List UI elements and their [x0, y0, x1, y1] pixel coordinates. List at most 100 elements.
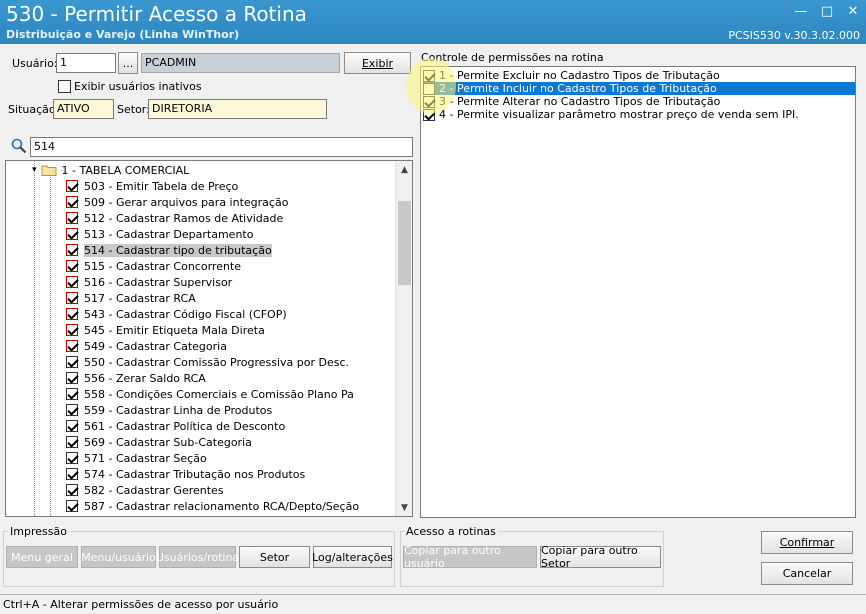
tree-item-checkbox[interactable] — [66, 356, 78, 368]
usuarios-rotina-button[interactable]: Usuários/rotina — [156, 546, 239, 568]
menu-geral-button[interactable]: Menu geral — [6, 546, 78, 568]
user-code-field[interactable]: 1 — [56, 53, 116, 73]
inactive-users-label: Exibir usuários inativos — [74, 80, 202, 93]
tree-item-checkbox[interactable] — [66, 212, 78, 224]
user-label: Usuário: — [12, 57, 58, 70]
show-button[interactable]: Exibir — [344, 52, 411, 74]
copy-user-button[interactable]: Copiar para outro usuário — [403, 544, 537, 570]
tree-item-checkbox[interactable] — [66, 436, 78, 448]
tree-item-checkbox[interactable] — [66, 308, 78, 320]
tree-item-label: 569 - Cadastrar Sub-Categoria — [84, 435, 252, 449]
tree-item[interactable]: 559 - Cadastrar Linha de Produtos — [66, 402, 272, 418]
inactive-users-checkbox[interactable] — [58, 80, 71, 93]
tree-item[interactable]: 517 - Cadastrar RCA — [66, 290, 196, 306]
tree-item[interactable]: 515 - Cadastrar Concorrente — [66, 258, 241, 274]
log-button[interactable]: Log/alterações — [312, 546, 393, 568]
tree-item[interactable]: 509 - Gerar arquivos para integração — [66, 194, 288, 210]
permission-checkbox[interactable] — [423, 82, 435, 95]
tree-item-checkbox[interactable] — [66, 500, 78, 512]
tree-item-checkbox[interactable] — [66, 420, 78, 432]
permission-checkbox[interactable] — [423, 108, 435, 121]
permission-label: 1 - Permite Excluir no Cadastro Tipos de… — [439, 69, 720, 82]
collapse-icon[interactable]: ▾ — [32, 165, 37, 175]
tree-item-label: 550 - Cadastrar Comissão Progressiva por… — [84, 355, 350, 369]
permission-checkbox[interactable] — [423, 69, 435, 82]
tree-item-checkbox[interactable] — [66, 372, 78, 384]
tree-item[interactable]: 549 - Cadastrar Categoria — [66, 338, 227, 354]
tree-item-label: 556 - Zerar Saldo RCA — [84, 371, 206, 385]
tree-root-node[interactable]: ▾ 1 - TABELA COMERCIAL — [32, 162, 189, 178]
tree-item[interactable]: 596 - Cadastrar tributação por regiã... — [66, 514, 293, 517]
tree-item[interactable]: 514 - Cadastrar tipo de tributação — [66, 242, 272, 258]
sector-field: DIRETORIA — [148, 99, 327, 119]
permission-item[interactable]: 1 - Permite Excluir no Cadastro Tipos de… — [423, 69, 855, 82]
setor-button[interactable]: Setor — [239, 546, 310, 568]
tree-item-label: 549 - Cadastrar Categoria — [84, 339, 227, 353]
tree-item[interactable]: 550 - Cadastrar Comissão Progressiva por… — [66, 354, 349, 370]
tree-item-checkbox[interactable] — [66, 516, 78, 517]
tree-item[interactable]: 516 - Cadastrar Supervisor — [66, 274, 232, 290]
folder-icon — [41, 164, 57, 176]
tree-item[interactable]: 556 - Zerar Saldo RCA — [66, 370, 206, 386]
tree-item-checkbox[interactable] — [66, 180, 78, 192]
tree-item-label: 515 - Cadastrar Concorrente — [84, 259, 242, 273]
routine-tree[interactable]: ▾ 1 - TABELA COMERCIAL 503 - Emitir Tabe… — [5, 160, 413, 517]
tree-item[interactable]: 513 - Cadastrar Departamento — [66, 226, 253, 242]
tree-item[interactable]: 571 - Cadastrar Seção — [66, 450, 207, 466]
tree-item[interactable]: 545 - Emitir Etiqueta Mala Direta — [66, 322, 265, 338]
tree-scrollbar[interactable]: ▲ ▼ — [395, 161, 412, 516]
user-name-field: PCADMIN — [141, 53, 340, 73]
tree-item-checkbox[interactable] — [66, 388, 78, 400]
tree-item-checkbox[interactable] — [66, 260, 78, 272]
tree-item-checkbox[interactable] — [66, 404, 78, 416]
tree-item[interactable]: 512 - Cadastrar Ramos de Atividade — [66, 210, 283, 226]
tree-item-checkbox[interactable] — [66, 468, 78, 480]
window-subtitle: Distribuição e Varejo (Linha WinThor) — [6, 28, 240, 41]
tree-item[interactable]: 503 - Emitir Tabela de Preço — [66, 178, 238, 194]
tree-item-checkbox[interactable] — [66, 244, 78, 256]
tree-item-checkbox[interactable] — [66, 276, 78, 288]
minimize-button[interactable]: — — [788, 0, 814, 22]
permissions-list[interactable]: 1 - Permite Excluir no Cadastro Tipos de… — [420, 66, 856, 518]
version-label: PCSIS530 v.30.3.02.000 — [728, 29, 860, 42]
tree-item-checkbox[interactable] — [66, 228, 78, 240]
maximize-button[interactable]: □ — [814, 0, 840, 22]
confirm-button[interactable]: Confirmar — [761, 531, 853, 554]
tree-item[interactable]: 558 - Condições Comerciais e Comissão Pl… — [66, 386, 354, 402]
scroll-thumb[interactable] — [398, 201, 411, 285]
tree-item-checkbox[interactable] — [66, 292, 78, 304]
inactive-users-option[interactable]: Exibir usuários inativos — [58, 80, 202, 93]
tree-item[interactable]: 543 - Cadastrar Código Fiscal (CFOP) — [66, 306, 287, 322]
tree-item-checkbox[interactable] — [66, 196, 78, 208]
tree-item[interactable]: 574 - Cadastrar Tributação nos Produtos — [66, 466, 305, 482]
tree-item[interactable]: 582 - Cadastrar Gerentes — [66, 482, 224, 498]
tree-item[interactable]: 587 - Cadastrar relacionamento RCA/Depto… — [66, 498, 359, 514]
tree-item-label: 559 - Cadastrar Linha de Produtos — [84, 403, 273, 417]
tree-item-label: 512 - Cadastrar Ramos de Atividade — [84, 211, 284, 225]
copy-sector-button[interactable]: Copiar para outro Setor — [540, 544, 661, 570]
close-button[interactable]: ✕ — [840, 0, 866, 22]
tree-item-label: 582 - Cadastrar Gerentes — [84, 483, 224, 497]
menu-usuario-button[interactable]: Menu/usuário — [81, 546, 156, 568]
permission-checkbox[interactable] — [423, 95, 435, 108]
tree-item-checkbox[interactable] — [66, 340, 78, 352]
permission-item[interactable]: 3 - Permite Alterar no Cadastro Tipos de… — [423, 95, 855, 108]
cancel-label: Cancelar — [782, 567, 832, 580]
search-input[interactable]: 514 — [30, 137, 413, 157]
tree-item[interactable]: 561 - Cadastrar Política de Desconto — [66, 418, 285, 434]
user-lookup-button[interactable]: ... — [118, 52, 138, 74]
tree-item-checkbox[interactable] — [66, 324, 78, 336]
tree-item-label: 558 - Condições Comerciais e Comissão Pl… — [84, 387, 354, 401]
status-bar: Ctrl+A - Alterar permissões de acesso po… — [0, 594, 866, 614]
tree-item-checkbox[interactable] — [66, 452, 78, 464]
cancel-button[interactable]: Cancelar — [761, 562, 853, 585]
tree-item-checkbox[interactable] — [66, 484, 78, 496]
permission-item[interactable]: 4 - Permite visualizar parâmetro mostrar… — [423, 108, 855, 121]
scroll-down-icon[interactable]: ▼ — [396, 499, 412, 516]
tree-item[interactable]: 569 - Cadastrar Sub-Categoria — [66, 434, 252, 450]
permission-item[interactable]: 2 - Permite Incluir no Cadastro Tipos de… — [423, 82, 855, 95]
scroll-up-icon[interactable]: ▲ — [396, 161, 412, 178]
tree-item-label: 561 - Cadastrar Política de Desconto — [84, 419, 286, 433]
tree-item-label: 513 - Cadastrar Departamento — [84, 227, 254, 241]
permission-label: 4 - Permite visualizar parâmetro mostrar… — [439, 108, 799, 121]
